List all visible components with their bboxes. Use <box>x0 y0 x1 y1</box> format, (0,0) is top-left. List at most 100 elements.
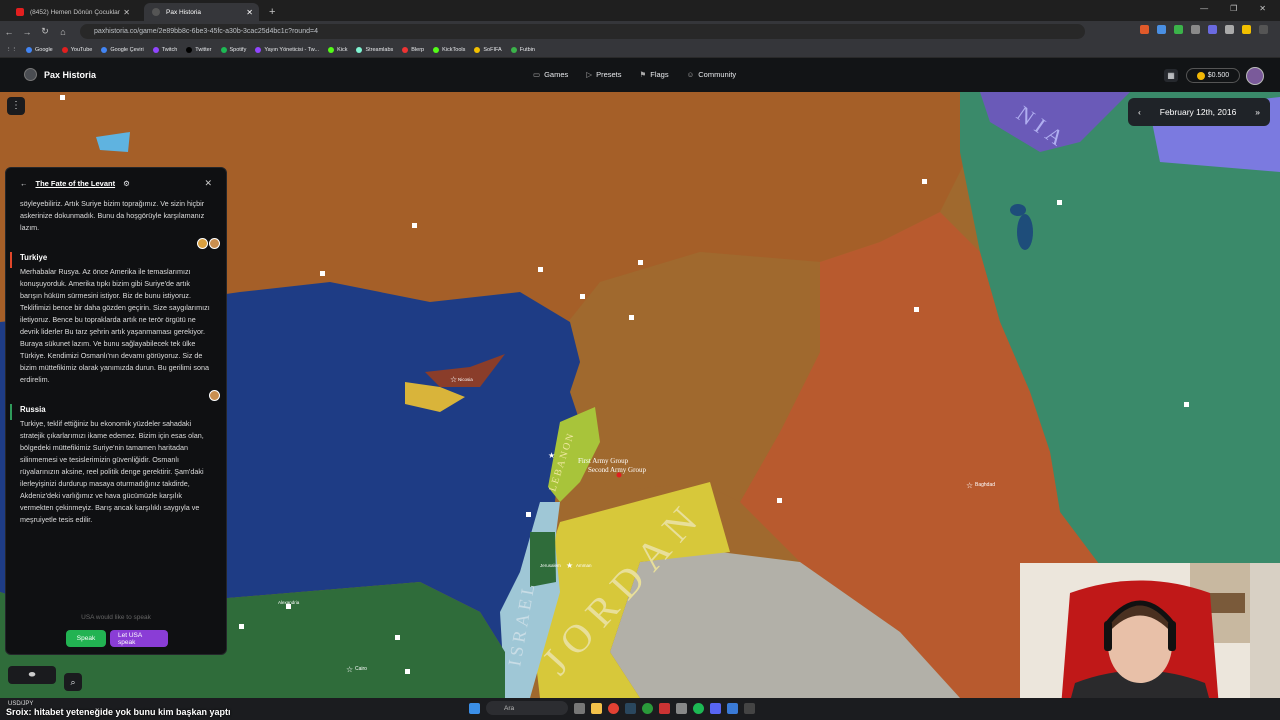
back-arrow-icon[interactable]: ← <box>20 179 28 188</box>
bookmark[interactable]: Twitter <box>186 46 212 53</box>
close-tab-icon[interactable]: ✕ <box>123 8 130 17</box>
capital-star-icon: ☆ <box>450 375 457 384</box>
message: Russia Turkiye, teklif ettiğiniz bu ekon… <box>10 390 220 526</box>
bookmark[interactable]: Futbin <box>510 46 535 53</box>
apps-icon[interactable]: ⋮⋮ <box>6 47 17 53</box>
steam-icon[interactable] <box>625 702 636 714</box>
balance-value: $0.500 <box>1207 72 1230 79</box>
bookmark[interactable]: Spotify <box>220 46 246 53</box>
youtube-icon <box>61 46 68 53</box>
extension-icon[interactable] <box>1191 25 1200 34</box>
discord-icon[interactable] <box>710 702 721 714</box>
bookmark[interactable]: KickTools <box>433 46 465 53</box>
minimize-icon[interactable]: — <box>1200 4 1208 13</box>
extension-icon[interactable] <box>1208 25 1217 34</box>
restore-icon[interactable]: ❐ <box>1230 4 1237 13</box>
back-icon[interactable]: ← <box>0 27 18 37</box>
nav-community[interactable]: ☺ Community <box>687 70 737 79</box>
bookmark[interactable]: Streamlabs <box>356 46 393 53</box>
window-controls: — ❐ ✕ <box>1186 0 1280 17</box>
home-icon[interactable]: ⌂ <box>54 27 72 37</box>
spotify-icon[interactable] <box>693 702 704 714</box>
close-window-icon[interactable]: ✕ <box>1259 4 1266 13</box>
extension-icon[interactable] <box>1174 25 1183 34</box>
x-icon <box>186 46 193 53</box>
menu-icon[interactable] <box>1259 25 1268 34</box>
participant-avatars <box>209 390 220 401</box>
calendar-icon: ▦ <box>1167 71 1175 80</box>
app-icon[interactable] <box>659 702 670 714</box>
close-tab-icon[interactable]: ✕ <box>246 8 253 17</box>
calendar-button[interactable]: ▦ <box>1164 69 1178 82</box>
map-label-nicosia: Nicosia <box>458 377 473 382</box>
url-input[interactable]: paxhistoria.co/game/2e89bb8c-6be3-45fc-a… <box>80 24 1085 39</box>
map-menu-button[interactable]: ⋮ <box>7 97 25 115</box>
forward-icon[interactable]: → <box>18 27 36 37</box>
app-icon[interactable] <box>676 702 687 714</box>
chat-toggle-button[interactable]: ⬬ <box>8 666 56 684</box>
app-icon[interactable] <box>744 702 755 714</box>
bookmark[interactable]: Google <box>26 46 53 53</box>
city-marker <box>629 315 634 320</box>
address-bar-row: ← → ↻ ⌂ paxhistoria.co/game/2e89bb8c-6be… <box>0 21 1280 42</box>
taskview-icon[interactable] <box>574 702 585 714</box>
balance-badge[interactable]: $0.500 <box>1186 68 1240 83</box>
app-logo[interactable]: Pax Historia <box>24 68 96 81</box>
message: Turkiye Merhabalar Rusya. Az önce Amerik… <box>10 238 220 386</box>
nav-presets[interactable]: ▷ Presets <box>586 70 621 79</box>
blerp-icon <box>402 46 409 53</box>
prev-date-icon[interactable]: ‹ <box>1138 107 1141 117</box>
url-text: paxhistoria.co/game/2e89bb8c-6be3-45fc-a… <box>94 28 318 35</box>
browser-tab-youtube[interactable]: (8452) Hemen Dönün Çocuklar ✕ <box>8 3 136 21</box>
more-vertical-icon: ⋮ <box>11 100 21 111</box>
browser-tab-pax-historia[interactable]: Pax Historia ✕ <box>144 3 259 21</box>
panel-title[interactable]: The Fate of the Levant <box>36 179 116 188</box>
message: söyleyebiliriz. Artık Suriye bizim topra… <box>20 198 212 234</box>
close-panel-icon[interactable]: ✕ <box>204 178 212 189</box>
chrome-icon[interactable] <box>608 702 619 714</box>
bookmark[interactable]: Yayın Yöneticisi - Tw... <box>255 46 319 53</box>
bookmark[interactable]: SoFIFA <box>474 46 502 53</box>
windows-start-icon[interactable] <box>469 702 480 714</box>
message-list: söyleyebiliriz. Artık Suriye bizim topra… <box>6 198 226 578</box>
nav-games[interactable]: ▭ Games <box>533 70 568 79</box>
twitch-icon <box>255 46 262 53</box>
fast-forward-icon[interactable]: » <box>1255 107 1260 117</box>
globe-icon <box>24 68 37 81</box>
user-avatar[interactable] <box>1246 67 1264 85</box>
xbox-icon[interactable] <box>642 702 653 714</box>
speak-button[interactable]: Speak <box>66 630 106 647</box>
new-tab-icon[interactable]: + <box>269 6 275 18</box>
map-label-first-army: First Army Group <box>578 457 629 465</box>
tab-label: (8452) Hemen Dönün Çocuklar <box>30 8 120 16</box>
kicktools-icon <box>433 46 440 53</box>
app-icon[interactable] <box>727 702 738 714</box>
let-usa-speak-button[interactable]: Let USA speak <box>110 630 168 647</box>
settings-gear-icon[interactable]: ⚙ <box>123 179 130 188</box>
bookmark[interactable]: Twitch <box>152 46 177 53</box>
army-marker <box>616 472 622 478</box>
city-marker <box>320 271 325 276</box>
nav-flags[interactable]: ⚑ Flags <box>640 70 669 79</box>
extension-icon[interactable] <box>1140 25 1149 34</box>
bookmark[interactable]: Kick <box>328 46 347 53</box>
search-map-button[interactable]: ⌕ <box>64 673 82 691</box>
reload-icon[interactable]: ↻ <box>36 26 54 37</box>
map-label-baghdad: Baghdad <box>975 482 995 488</box>
bookmark[interactable]: Blerp <box>402 46 424 53</box>
bookmark[interactable]: Google Çeviri <box>101 46 144 53</box>
chat-icon: ⬬ <box>28 670 36 679</box>
folder-icon[interactable] <box>591 702 602 714</box>
extension-icon[interactable] <box>1157 25 1166 34</box>
capital-star-icon: ★ <box>566 561 573 570</box>
app-header: Pax Historia ▭ Games ▷ Presets ⚑ Flags ☺ Com… <box>0 58 1280 92</box>
bookmark[interactable]: YouTube <box>61 46 92 53</box>
extension-icon[interactable] <box>1242 25 1251 34</box>
streamlabs-icon <box>356 46 363 53</box>
extension-icon[interactable] <box>1225 25 1234 34</box>
taskbar-search[interactable]: Ara <box>486 701 568 715</box>
futbin-icon <box>510 46 517 53</box>
coin-icon <box>1196 71 1205 80</box>
map-label-cairo: Cairo <box>355 666 367 672</box>
current-date: February 12th, 2016 <box>1159 107 1237 117</box>
